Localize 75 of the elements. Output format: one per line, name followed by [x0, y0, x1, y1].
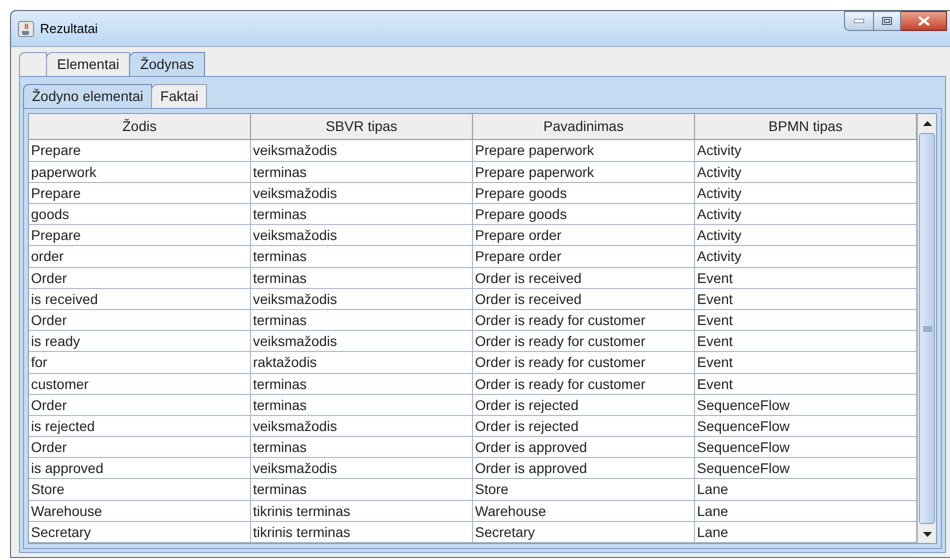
- table-cell: paperwork: [29, 162, 251, 182]
- table-cell: Store: [29, 479, 251, 500]
- table-cell: Prepare order: [473, 246, 695, 267]
- table-cell: Prepare: [29, 225, 251, 246]
- table-cell: is rejected: [29, 416, 251, 436]
- table-cell: Prepare: [29, 140, 251, 161]
- table-cell: veiksmažodis: [251, 288, 473, 309]
- table-cell: goods: [29, 204, 251, 224]
- table-cell: veiksmažodis: [251, 416, 473, 436]
- tab[interactable]: Žodynas: [129, 52, 205, 76]
- table-cell: Secretary: [473, 522, 695, 542]
- table-cell: Secretary: [29, 522, 251, 542]
- maximize-button[interactable]: [874, 11, 901, 31]
- table-cell: terminas: [251, 437, 473, 458]
- table-cell: Store: [473, 479, 695, 500]
- table-cell: Prepare goods: [473, 182, 695, 203]
- window-title: Rezultatai: [40, 20, 98, 38]
- table-cell: Order is received: [473, 288, 695, 309]
- tab[interactable]: Faktai: [151, 84, 208, 108]
- table-cell: Order is ready for customer: [473, 352, 695, 372]
- column-header[interactable]: Žodis: [29, 114, 251, 140]
- close-button[interactable]: [901, 11, 947, 31]
- table-cell: veiksmažodis: [251, 458, 473, 478]
- close-icon: [918, 16, 930, 26]
- table-cell: Prepare paperwork: [473, 162, 695, 182]
- table-cell: terminas: [251, 374, 473, 394]
- table-cell: terminas: [251, 246, 473, 267]
- minimize-button[interactable]: [844, 11, 874, 31]
- table-cell: terminas: [251, 479, 473, 500]
- table-cell: Order: [29, 394, 251, 415]
- table-cell: Order is ready for customer: [473, 310, 695, 330]
- scrollbar[interactable]: [917, 114, 936, 543]
- tab[interactable]: Žodyno elementai: [23, 84, 152, 108]
- restore-icon: [882, 17, 892, 25]
- table-cell: Order is approved: [473, 458, 695, 478]
- table-cell: Prepare goods: [473, 204, 695, 224]
- table-cell: for: [29, 352, 251, 372]
- scroll-up-icon: [922, 120, 932, 126]
- grip-icon: [922, 326, 932, 332]
- table-cell: Prepare: [29, 182, 251, 203]
- java-cup-icon: [18, 20, 34, 37]
- table-cell: Prepare order: [473, 225, 695, 246]
- table-cell: is ready: [29, 331, 251, 352]
- table-cell: customer: [29, 374, 251, 394]
- table-cell: terminas: [251, 204, 473, 224]
- table-cell: tikrinis terminas: [251, 500, 473, 521]
- table-cell: Order is rejected: [473, 416, 695, 436]
- table-cell: Order is approved: [473, 437, 695, 458]
- table-cell: terminas: [251, 268, 473, 288]
- scroll-down-icon: [922, 532, 932, 536]
- table-cell: is approved: [29, 458, 251, 478]
- minimize-icon: [854, 19, 864, 23]
- table-cell: tikrinis terminas: [251, 522, 473, 542]
- table-cell: order: [29, 246, 251, 267]
- column-header[interactable]: SBVR tipas: [251, 114, 473, 140]
- table-cell: Warehouse: [473, 500, 695, 521]
- table-cell: veiksmažodis: [251, 225, 473, 246]
- table-cell: Order: [29, 310, 251, 330]
- table-cell: terminas: [251, 394, 473, 415]
- table-cell: veiksmažodis: [251, 182, 473, 203]
- table-cell: Order is rejected: [473, 394, 695, 415]
- table-cell: Order: [29, 437, 251, 458]
- table-cell: Order is ready for customer: [473, 374, 695, 394]
- table-cell: veiksmažodis: [251, 331, 473, 352]
- table-cell: terminas: [251, 310, 473, 330]
- table-cell: Order is ready for customer: [473, 331, 695, 352]
- table-cell: Warehouse: [29, 500, 251, 521]
- table-cell: raktažodis: [251, 352, 473, 372]
- table-cell: Order: [29, 268, 251, 288]
- column-header[interactable]: Pavadinimas: [473, 114, 695, 140]
- table-cell: veiksmažodis: [251, 140, 473, 161]
- table-cell: Prepare paperwork: [473, 140, 695, 161]
- table-cell: is received: [29, 288, 251, 309]
- table-cell: Order is received: [473, 268, 695, 288]
- table-cell: terminas: [251, 162, 473, 182]
